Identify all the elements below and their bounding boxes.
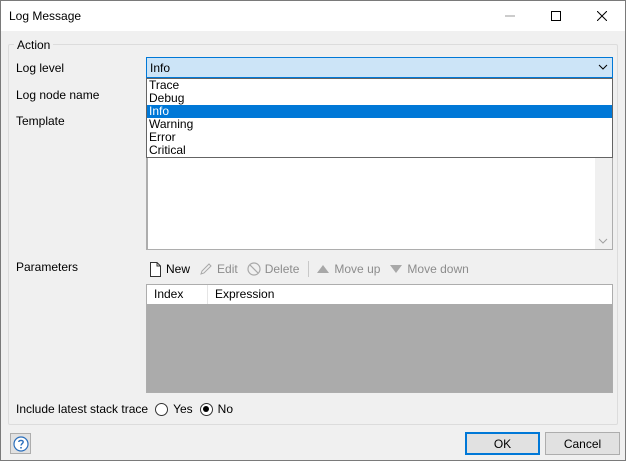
help-button[interactable] <box>10 433 31 454</box>
parameters-label: Parameters <box>16 260 79 274</box>
delete-button-label: Delete <box>264 262 300 276</box>
radio-unchecked-icon <box>155 402 169 416</box>
move-up-button[interactable]: Move up <box>316 262 380 276</box>
new-button-label: New <box>166 262 191 276</box>
log-level-option-trace[interactable]: Trace <box>147 79 612 92</box>
stack-trace-label: Include latest stack trace <box>16 402 149 416</box>
stack-trace-yes-radio[interactable]: Yes <box>155 402 193 416</box>
minimize-icon <box>505 15 515 17</box>
log-level-option-debug[interactable]: Debug <box>147 92 612 105</box>
close-icon <box>597 11 607 21</box>
log-level-value: Info <box>150 61 171 75</box>
log-level-select[interactable]: Info <box>146 57 613 78</box>
textarea-border <box>147 158 148 250</box>
log-node-name-label: Log node name <box>16 88 100 102</box>
close-button[interactable] <box>579 1 625 31</box>
move-down-button-label: Move down <box>407 262 469 276</box>
grid-header: Index Expression <box>147 285 612 304</box>
stack-trace-row: Include latest stack trace Yes No <box>16 401 233 417</box>
ok-button[interactable]: OK <box>465 432 540 455</box>
log-level-label: Log level <box>16 61 65 75</box>
cancel-button[interactable]: Cancel <box>545 432 620 455</box>
triangle-down-icon <box>390 265 403 273</box>
new-document-icon <box>150 261 161 277</box>
edit-button[interactable]: Edit <box>199 262 238 276</box>
action-group-label: Action <box>14 38 54 52</box>
parameters-toolbar: New Edit Delete Move up Move down <box>149 259 478 279</box>
template-label: Template <box>16 114 65 128</box>
parameters-grid[interactable]: Index Expression <box>146 284 613 393</box>
radio-checked-icon <box>199 402 213 416</box>
column-header-index[interactable]: Index <box>147 285 208 304</box>
column-header-expression[interactable]: Expression <box>208 285 274 304</box>
edit-button-label: Edit <box>217 262 238 276</box>
title-bar: Log Message <box>1 1 625 31</box>
chevron-down-icon <box>598 238 608 244</box>
delete-icon <box>247 262 261 276</box>
move-down-button[interactable]: Move down <box>389 262 469 276</box>
log-message-dialog: Log Message Action Log level Log node na… <box>0 0 626 461</box>
new-button[interactable]: New <box>149 261 191 277</box>
move-up-button-label: Move up <box>334 262 381 276</box>
toolbar-separator <box>308 261 310 277</box>
chevron-down-icon <box>598 64 608 70</box>
delete-button[interactable]: Delete <box>247 262 300 276</box>
template-textarea[interactable] <box>146 158 613 250</box>
log-level-option-error[interactable]: Error <box>147 131 612 144</box>
stack-trace-no-radio[interactable]: No <box>199 402 233 416</box>
pencil-icon <box>200 263 212 275</box>
help-icon <box>12 435 29 452</box>
triangle-up-icon <box>317 265 330 273</box>
maximize-button[interactable] <box>533 1 579 31</box>
window-title: Log Message <box>9 9 82 23</box>
minimize-button[interactable] <box>487 1 533 31</box>
log-level-option-warning[interactable]: Warning <box>147 118 612 131</box>
maximize-icon <box>551 11 561 21</box>
template-scrollbar[interactable] <box>595 158 612 249</box>
stack-trace-no-label: No <box>217 402 233 416</box>
log-level-option-info[interactable]: Info <box>147 105 612 118</box>
log-level-dropdown: Trace Debug Info Warning Error Critical <box>146 78 613 158</box>
log-level-option-critical[interactable]: Critical <box>147 144 612 157</box>
stack-trace-yes-label: Yes <box>173 402 193 416</box>
